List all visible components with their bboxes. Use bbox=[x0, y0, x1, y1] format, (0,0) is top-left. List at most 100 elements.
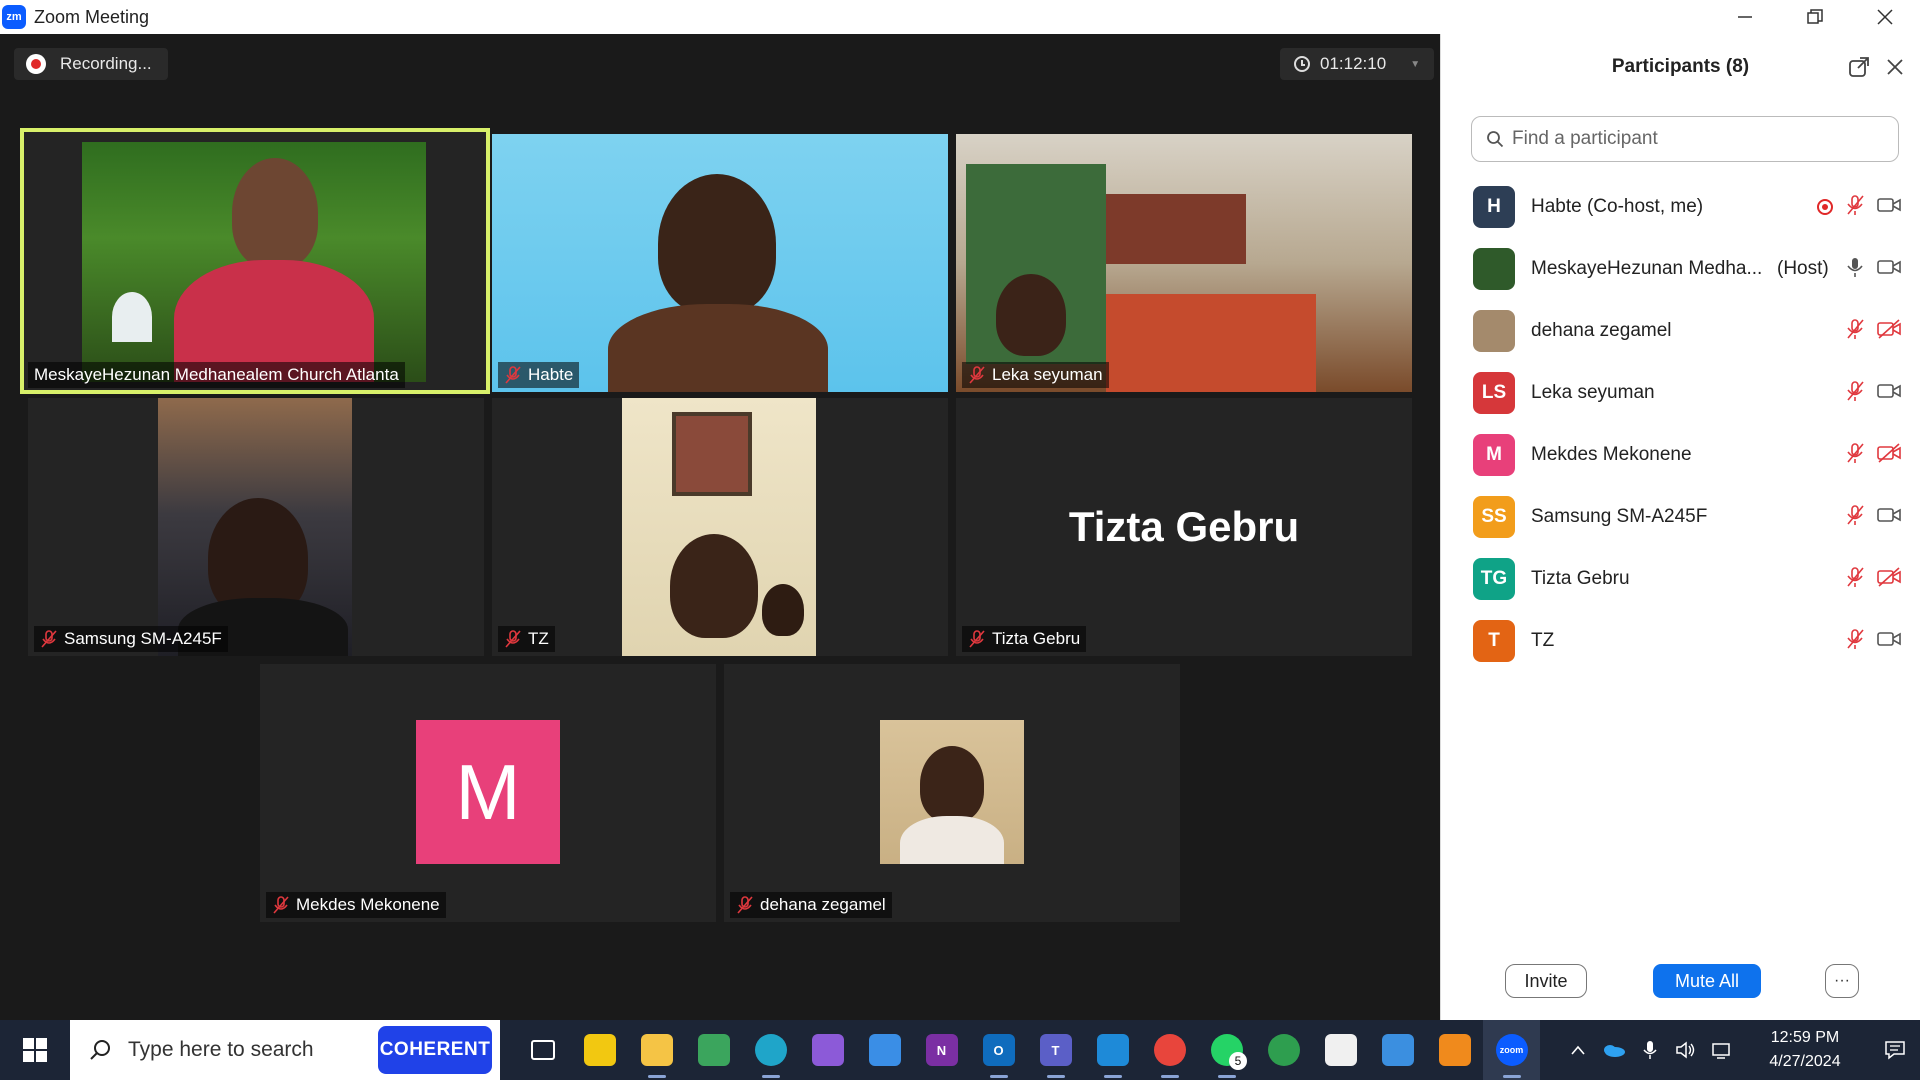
minimize-button[interactable] bbox=[1710, 0, 1780, 34]
participant-status-icons bbox=[1845, 442, 1901, 469]
video-tile-leka[interactable]: Leka seyuman bbox=[956, 134, 1412, 392]
video-tile-tz[interactable]: TZ bbox=[492, 398, 948, 656]
participant-search-input[interactable]: Find a participant bbox=[1471, 116, 1899, 162]
recording-indicator[interactable]: Recording... bbox=[14, 48, 168, 80]
meeting-area: Recording... 01:12:10 ▼ MeskayeHezunan M… bbox=[0, 34, 1440, 1020]
video-off-icon[interactable] bbox=[1877, 318, 1901, 344]
photos-icon bbox=[1381, 1034, 1414, 1066]
participant-status-icons bbox=[1845, 566, 1901, 593]
whatsapp-taskbar-button[interactable]: 5 bbox=[1198, 1020, 1255, 1080]
visual-studio-taskbar-button[interactable] bbox=[799, 1020, 856, 1080]
muted-mic-icon[interactable] bbox=[1845, 380, 1865, 407]
file-explorer-icon bbox=[640, 1034, 673, 1066]
participant-row[interactable]: LS Leka seyuman bbox=[1441, 362, 1920, 424]
network-icon[interactable] bbox=[1704, 1020, 1740, 1080]
speaker-icon[interactable] bbox=[1668, 1020, 1704, 1080]
onenote-taskbar-button[interactable]: N bbox=[913, 1020, 970, 1080]
notifications-icon[interactable] bbox=[1870, 1020, 1920, 1080]
photos-taskbar-button[interactable] bbox=[1369, 1020, 1426, 1080]
participant-row[interactable]: SS Samsung SM-A245F bbox=[1441, 486, 1920, 548]
snipping-icon bbox=[697, 1034, 730, 1066]
task-view-taskbar-button[interactable] bbox=[514, 1020, 571, 1080]
teams-taskbar-button[interactable]: T bbox=[1027, 1020, 1084, 1080]
muted-mic-icon[interactable] bbox=[1845, 566, 1865, 593]
elapsed-time: 01:12:10 bbox=[1320, 54, 1387, 73]
store-taskbar-button[interactable] bbox=[1312, 1020, 1369, 1080]
mekdes-name: Mekdes Mekonene bbox=[296, 895, 440, 914]
microphone-icon[interactable] bbox=[1632, 1020, 1668, 1080]
chevron-up-icon[interactable] bbox=[1560, 1020, 1596, 1080]
chrome-taskbar-button[interactable] bbox=[1141, 1020, 1198, 1080]
dehana-name: dehana zegamel bbox=[760, 895, 886, 914]
zoom-taskbar-button[interactable]: zoom bbox=[1483, 1020, 1540, 1080]
outlook-taskbar-button[interactable]: O bbox=[970, 1020, 1027, 1080]
chrome-icon bbox=[1153, 1034, 1186, 1066]
participant-name: Samsung SM-A245F bbox=[1531, 506, 1708, 527]
coherent-badge[interactable]: COHERENT bbox=[378, 1026, 492, 1074]
participant-name: Leka seyuman bbox=[1531, 382, 1655, 403]
video-tile-habte[interactable]: Habte bbox=[492, 134, 948, 392]
meeting-timer[interactable]: 01:12:10 ▼ bbox=[1280, 48, 1435, 80]
search-icon bbox=[90, 1040, 110, 1060]
more-options-button[interactable]: ··· bbox=[1825, 964, 1859, 998]
power-bi-icon bbox=[583, 1034, 616, 1066]
participant-avatar: SS bbox=[1473, 496, 1515, 538]
mute-all-button[interactable]: Mute All bbox=[1653, 964, 1761, 998]
vscode-taskbar-button[interactable] bbox=[1084, 1020, 1141, 1080]
participant-row[interactable]: TG Tizta Gebru bbox=[1441, 548, 1920, 610]
samsung-video bbox=[158, 398, 352, 656]
host-name: MeskayeHezunan Medhanealem Church Atlant… bbox=[34, 365, 399, 384]
video-off-icon[interactable] bbox=[1877, 442, 1901, 468]
participant-row[interactable]: H Habte (Co-host, me) bbox=[1441, 176, 1920, 238]
search-placeholder: Find a participant bbox=[1512, 128, 1658, 149]
video-tile-host[interactable]: MeskayeHezunan Medhanealem Church Atlant… bbox=[20, 128, 490, 394]
taskbar-clock[interactable]: 12:59 PM 4/27/2024 bbox=[1750, 1026, 1860, 1074]
muted-mic-icon[interactable] bbox=[1845, 628, 1865, 655]
video-icon[interactable] bbox=[1877, 506, 1901, 529]
video-icon[interactable] bbox=[1877, 258, 1901, 281]
remote-desktop-taskbar-button[interactable] bbox=[856, 1020, 913, 1080]
video-icon[interactable] bbox=[1877, 196, 1901, 219]
invite-button[interactable]: Invite bbox=[1505, 964, 1587, 998]
window-controls bbox=[1710, 0, 1920, 34]
power-bi-taskbar-button[interactable] bbox=[571, 1020, 628, 1080]
video-tile-dehana[interactable]: dehana zegamel bbox=[724, 664, 1180, 922]
edge-taskbar-button[interactable] bbox=[742, 1020, 799, 1080]
video-icon[interactable] bbox=[1877, 382, 1901, 405]
store-icon bbox=[1324, 1034, 1357, 1066]
vlc-taskbar-button[interactable] bbox=[1426, 1020, 1483, 1080]
minimize-icon bbox=[1738, 16, 1752, 18]
video-tile-tizta[interactable]: Tizta Gebru Tizta Gebru bbox=[956, 398, 1412, 656]
muted-mic-icon[interactable] bbox=[1845, 194, 1865, 221]
participant-row[interactable]: MeskayeHezunan Medha... (Host) bbox=[1441, 238, 1920, 300]
video-tile-mekdes[interactable]: M Mekdes Mekonene bbox=[260, 664, 716, 922]
close-window-button[interactable] bbox=[1850, 0, 1920, 34]
close-panel-icon[interactable] bbox=[1884, 56, 1906, 78]
restore-button[interactable] bbox=[1780, 0, 1850, 34]
zoom-logo-icon: zm bbox=[2, 5, 26, 29]
participant-name-label: dehana zegamel bbox=[730, 892, 892, 918]
file-explorer-taskbar-button[interactable] bbox=[628, 1020, 685, 1080]
muted-mic-icon[interactable] bbox=[1845, 318, 1865, 345]
taskbar-search[interactable]: Type here to search COHERENT bbox=[70, 1020, 500, 1080]
video-off-icon[interactable] bbox=[1877, 566, 1901, 592]
start-button[interactable] bbox=[0, 1020, 70, 1080]
globe-taskbar-button[interactable] bbox=[1255, 1020, 1312, 1080]
popout-icon[interactable] bbox=[1848, 56, 1870, 78]
participant-row[interactable]: dehana zegamel bbox=[1441, 300, 1920, 362]
muted-mic-icon[interactable] bbox=[1845, 504, 1865, 531]
participant-row[interactable]: T TZ bbox=[1441, 610, 1920, 672]
participant-avatar: LS bbox=[1473, 372, 1515, 414]
onedrive-icon[interactable] bbox=[1596, 1020, 1632, 1080]
participant-avatar: H bbox=[1473, 186, 1515, 228]
remote-desktop-icon bbox=[868, 1034, 901, 1066]
participant-row[interactable]: M Mekdes Mekonene bbox=[1441, 424, 1920, 486]
mic-icon[interactable] bbox=[1845, 256, 1865, 283]
snipping-taskbar-button[interactable] bbox=[685, 1020, 742, 1080]
muted-mic-icon bbox=[40, 630, 58, 648]
muted-mic-icon[interactable] bbox=[1845, 442, 1865, 469]
tizta-display-name: Tizta Gebru bbox=[1068, 503, 1300, 550]
taskbar-apps: N O T 5 zoom bbox=[514, 1020, 1540, 1080]
video-tile-samsung[interactable]: Samsung SM-A245F bbox=[28, 398, 484, 656]
video-icon[interactable] bbox=[1877, 630, 1901, 653]
